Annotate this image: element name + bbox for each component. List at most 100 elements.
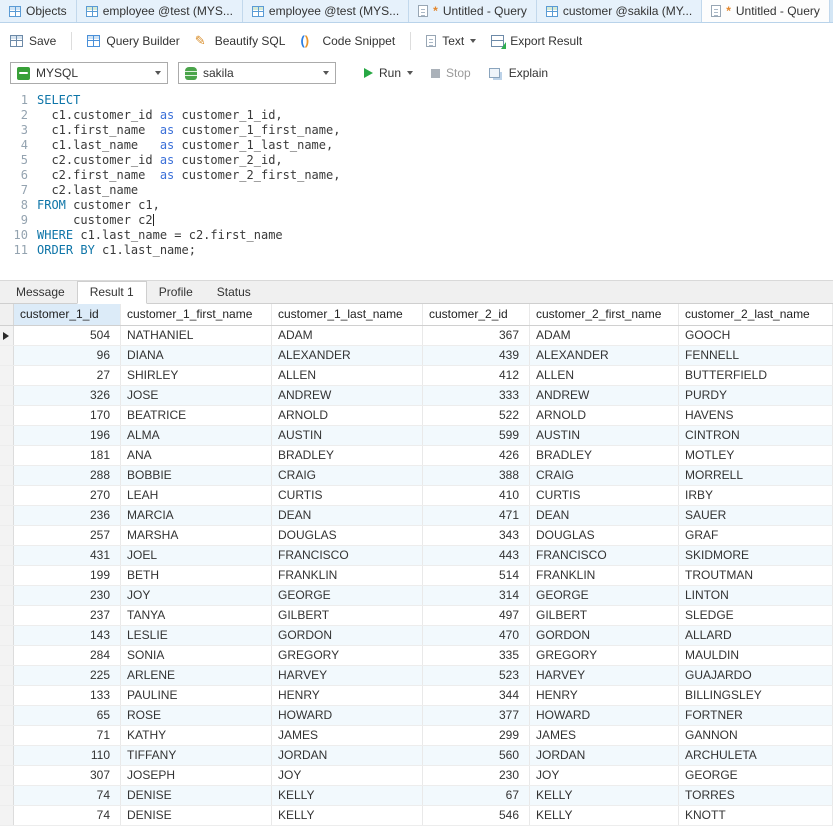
row-gutter[interactable] [0,406,14,425]
grid-cell[interactable]: 377 [423,706,530,725]
grid-cell[interactable]: ALEXANDER [530,346,679,365]
grid-cell[interactable]: 288 [14,466,121,485]
grid-cell[interactable]: ALEXANDER [272,346,423,365]
grid-cell[interactable]: DOUGLAS [530,526,679,545]
grid-cell[interactable]: NATHANIEL [121,326,272,345]
grid-cell[interactable]: LESLIE [121,626,272,645]
grid-cell[interactable]: 560 [423,746,530,765]
row-gutter[interactable] [0,686,14,705]
grid-cell[interactable]: HOWARD [272,706,423,725]
grid-cell[interactable]: ADAM [272,326,423,345]
grid-cell[interactable]: 367 [423,326,530,345]
grid-cell[interactable]: JOY [272,766,423,785]
grid-cell[interactable]: KELLY [272,786,423,805]
run-button[interactable]: Run [364,66,413,80]
grid-cell[interactable]: 439 [423,346,530,365]
grid-cell[interactable]: SAUER [679,506,833,525]
grid-cell[interactable]: LEAH [121,486,272,505]
grid-cell[interactable]: JOSE [121,386,272,405]
grid-cell[interactable]: ARCHULETA [679,746,833,765]
table-row[interactable]: 257MARSHADOUGLAS343DOUGLASGRAF [0,526,833,546]
grid-cell[interactable]: JOY [121,586,272,605]
grid-cell[interactable]: GOOCH [679,326,833,345]
table-row[interactable]: 237TANYAGILBERT497GILBERTSLEDGE [0,606,833,626]
grid-cell[interactable]: 599 [423,426,530,445]
table-row[interactable]: 225ARLENEHARVEY523HARVEYGUAJARDO [0,666,833,686]
result-tab-message[interactable]: Message [4,282,77,303]
grid-cell[interactable]: JOY [530,766,679,785]
grid-cell[interactable]: GEORGE [272,586,423,605]
grid-cell[interactable]: IRBY [679,486,833,505]
grid-cell[interactable]: 333 [423,386,530,405]
grid-cell[interactable]: JAMES [530,726,679,745]
window-tab-1[interactable]: Objects [0,0,77,22]
grid-cell[interactable]: 412 [423,366,530,385]
grid-cell[interactable]: 504 [14,326,121,345]
grid-cell[interactable]: SONIA [121,646,272,665]
table-row[interactable]: 230JOYGEORGE314GEORGELINTON [0,586,833,606]
grid-cell[interactable]: SHIRLEY [121,366,272,385]
table-row[interactable]: 236MARCIADEAN471DEANSAUER [0,506,833,526]
grid-cell[interactable]: BILLINGSLEY [679,686,833,705]
column-header-customer_1_last_name[interactable]: customer_1_last_name [272,304,423,325]
grid-cell[interactable]: ALMA [121,426,272,445]
result-tab-status[interactable]: Status [205,282,263,303]
result-tab-result-1[interactable]: Result 1 [77,281,147,304]
row-gutter[interactable] [0,806,14,825]
grid-cell[interactable]: ADAM [530,326,679,345]
code-line[interactable]: c2.customer_id as customer_2_id, [37,153,833,168]
grid-cell[interactable]: GILBERT [272,606,423,625]
grid-cell[interactable]: BOBBIE [121,466,272,485]
grid-cell[interactable]: 230 [14,586,121,605]
grid-cell[interactable]: 497 [423,606,530,625]
row-gutter[interactable] [0,526,14,545]
grid-cell[interactable]: PURDY [679,386,833,405]
grid-cell[interactable]: ALLEN [272,366,423,385]
grid-cell[interactable]: TROUTMAN [679,566,833,585]
window-tab-5[interactable]: customer @sakila (MY... [537,0,702,22]
grid-cell[interactable]: 96 [14,346,121,365]
grid-cell[interactable]: 470 [423,626,530,645]
window-tab-4[interactable]: *Untitled - Query [409,0,537,22]
table-row[interactable]: 504NATHANIELADAM367ADAMGOOCH [0,326,833,346]
grid-cell[interactable]: 133 [14,686,121,705]
code-line[interactable]: c2.last_name [37,183,833,198]
grid-cell[interactable]: 74 [14,806,121,825]
grid-cell[interactable]: 196 [14,426,121,445]
grid-cell[interactable]: GEORGE [679,766,833,785]
grid-cell[interactable]: ANDREW [530,386,679,405]
table-row[interactable]: 74DENISEKELLY67KELLYTORRES [0,786,833,806]
grid-cell[interactable]: ANDREW [272,386,423,405]
grid-cell[interactable]: 236 [14,506,121,525]
grid-cell[interactable]: 143 [14,626,121,645]
grid-cell[interactable]: JORDAN [272,746,423,765]
grid-cell[interactable]: JORDAN [530,746,679,765]
grid-cell[interactable]: DIANA [121,346,272,365]
result-tab-profile[interactable]: Profile [147,282,205,303]
grid-cell[interactable]: ARNOLD [272,406,423,425]
code-line[interactable]: c1.first_name as customer_1_first_name, [37,123,833,138]
grid-cell[interactable]: GORDON [272,626,423,645]
row-gutter[interactable] [0,426,14,445]
grid-cell[interactable]: 27 [14,366,121,385]
table-row[interactable]: 431JOELFRANCISCO443FRANCISCOSKIDMORE [0,546,833,566]
grid-cell[interactable]: MOTLEY [679,446,833,465]
grid-cell[interactable]: ARLENE [121,666,272,685]
grid-cell[interactable]: 71 [14,726,121,745]
grid-cell[interactable]: BRADLEY [272,446,423,465]
grid-cell[interactable]: DOUGLAS [272,526,423,545]
grid-cell[interactable]: TIFFANY [121,746,272,765]
row-gutter[interactable] [0,326,14,345]
grid-cell[interactable]: KELLY [530,806,679,825]
explain-button[interactable]: Explain [489,66,548,80]
table-row[interactable]: 27SHIRLEYALLEN412ALLENBUTTERFIELD [0,366,833,386]
grid-cell[interactable]: 522 [423,406,530,425]
row-gutter[interactable] [0,506,14,525]
grid-cell[interactable]: 257 [14,526,121,545]
table-row[interactable]: 199BETHFRANKLIN514FRANKLINTROUTMAN [0,566,833,586]
grid-cell[interactable]: HARVEY [272,666,423,685]
column-header-customer_1_first_name[interactable]: customer_1_first_name [121,304,272,325]
toolbar-button-export-result[interactable]: Export Result [491,34,582,48]
toolbar-button-save[interactable]: Save [10,34,56,48]
code-line[interactable]: c1.customer_id as customer_1_id, [37,108,833,123]
